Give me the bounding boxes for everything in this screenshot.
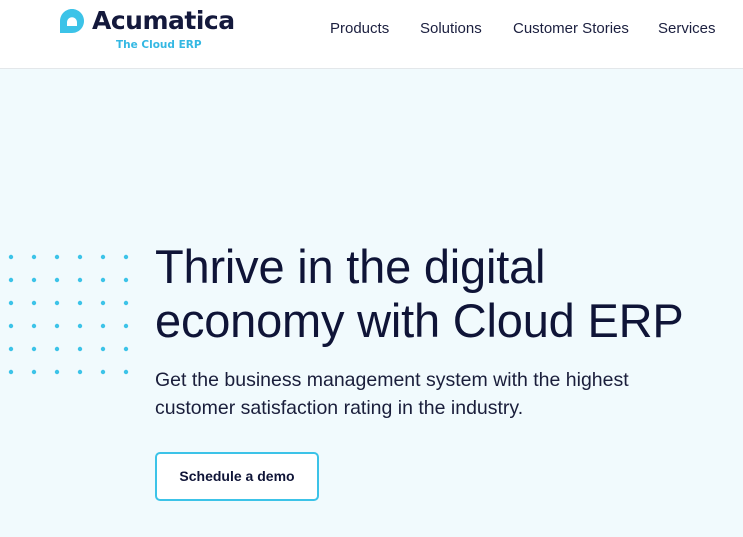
hero-title: Thrive in the digital economy with Cloud… [155, 240, 735, 348]
acumatica-logo-icon [60, 9, 84, 33]
brand-name: Acumatica [92, 6, 235, 35]
hero-title-line: economy with Cloud ERP [155, 294, 684, 347]
nav-item-solutions[interactable]: Solutions [420, 20, 482, 38]
hero-subtitle-line: Get the business management system with … [155, 369, 629, 391]
hero-title-line: Thrive in the digital [155, 240, 546, 293]
nav-item-customer-stories[interactable]: Customer Stories [513, 20, 629, 38]
nav-item-services[interactable]: Services [658, 20, 716, 38]
brand-tagline: The Cloud ERP [116, 39, 202, 51]
hero-subtitle: Get the business management system with … [155, 366, 715, 422]
schedule-demo-button[interactable]: Schedule a demo [155, 452, 319, 501]
hero-subtitle-line: customer satisfaction rating in the indu… [155, 397, 524, 419]
site-header: Acumatica The Cloud ERP Products Solutio… [0, 0, 743, 69]
page: Acumatica The Cloud ERP Products Solutio… [0, 0, 743, 537]
dot-grid-decoration [8, 254, 129, 375]
logo-link[interactable]: Acumatica The Cloud ERP [60, 6, 240, 56]
nav-item-products[interactable]: Products [330, 20, 389, 38]
